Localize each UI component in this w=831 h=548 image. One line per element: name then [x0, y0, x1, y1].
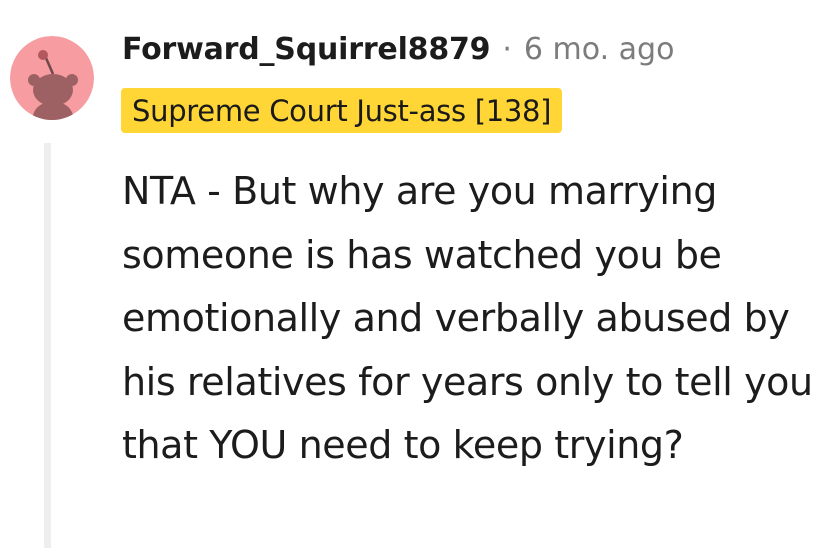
comment-meta: Forward_Squirrel8879 · 6 mo. ago	[122, 26, 674, 72]
timestamp[interactable]: 6 mo. ago	[524, 32, 675, 67]
reddit-snoo-avatar-icon	[10, 36, 94, 120]
username-link[interactable]: Forward_Squirrel8879	[122, 32, 491, 67]
comment-text: NTA - But why are you marrying someone i…	[122, 169, 813, 467]
avatar[interactable]	[10, 36, 94, 120]
thread-line[interactable]	[44, 143, 51, 548]
comment: Forward_Squirrel8879 · 6 mo. ago Supreme…	[0, 0, 831, 548]
user-flair-badge: Supreme Court Just-ass [138]	[121, 88, 563, 133]
meta-separator: ·	[502, 31, 512, 67]
comment-body: NTA - But why are you marrying someone i…	[122, 160, 822, 478]
